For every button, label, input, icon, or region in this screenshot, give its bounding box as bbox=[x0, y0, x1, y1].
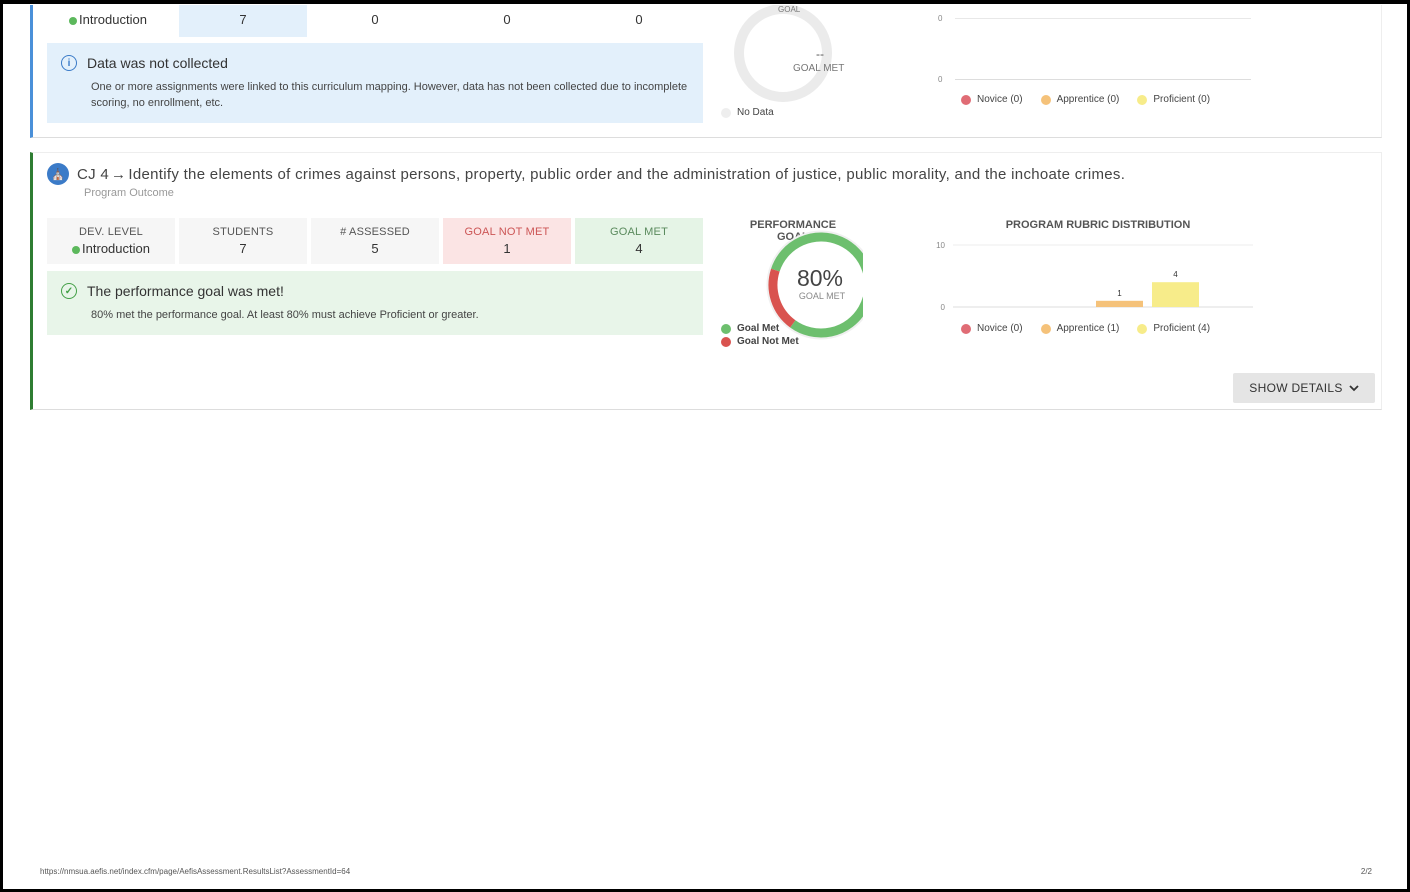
goal-met-swatch-icon bbox=[721, 323, 731, 334]
assessed-value: 0 bbox=[371, 12, 379, 27]
goal-not-met-value: 1 bbox=[503, 241, 511, 256]
axis-tick-bottom: 0 bbox=[938, 75, 943, 84]
novice-swatch-icon bbox=[961, 94, 971, 105]
rubric-legend-top: Novice (0) Apprentice (0) Proficient (0) bbox=[961, 94, 1210, 105]
bar-value-label: 1 bbox=[1117, 289, 1122, 298]
apprentice-swatch-icon bbox=[1040, 323, 1051, 334]
stat-students: 7 bbox=[179, 5, 307, 37]
assessed-value: 5 bbox=[371, 241, 379, 256]
legend-label: Proficient (0) bbox=[1153, 94, 1211, 105]
stat-dev-level: Introduction bbox=[47, 5, 175, 37]
show-details-label: SHOW DETAILS bbox=[1249, 381, 1343, 395]
donut-legend: Goal Met Goal Not Met bbox=[721, 322, 799, 348]
rubric-chart-title: PROGRAM RUBRIC DISTRIBUTION bbox=[1005, 219, 1191, 231]
no-data-label: No Data bbox=[737, 107, 774, 118]
donut-center-value: 80% bbox=[796, 265, 844, 291]
outcome-subtitle: Program Outcome bbox=[84, 187, 174, 199]
stats-row: Introduction 7 0 0 0 bbox=[47, 5, 703, 37]
donut-center-label: GOAL MET bbox=[798, 291, 846, 301]
info-icon: i bbox=[61, 55, 77, 71]
proficient-swatch-icon bbox=[1137, 94, 1148, 105]
donut-legend-nodata: No Data bbox=[721, 107, 774, 118]
donut-center-label: GOAL MET bbox=[793, 63, 845, 74]
stats-row: DEV. LEVEL Introduction STUDENTS 7 # ASS… bbox=[47, 218, 703, 264]
chevron-down-icon bbox=[1349, 385, 1359, 392]
bar-2 bbox=[1152, 282, 1199, 307]
bar-1 bbox=[1096, 300, 1143, 307]
legend-proficient: Proficient (0) bbox=[1137, 94, 1210, 105]
stat-assessed: # ASSESSED 5 bbox=[311, 218, 439, 264]
goal-not-met-swatch-icon bbox=[721, 336, 731, 347]
no-data-swatch-icon bbox=[721, 107, 731, 118]
outcome-title: Identify the elements of crimes against … bbox=[128, 165, 1126, 183]
legend-label: Apprentice (1) bbox=[1056, 323, 1120, 334]
outcome-card-previous: Introduction 7 0 0 0 i Data was not coll… bbox=[30, 5, 1382, 138]
students-value: 7 bbox=[239, 12, 247, 27]
rubric-legend: Novice (0) Apprentice (1) Proficient (4) bbox=[961, 323, 1210, 334]
legend-proficient: Proficient (4) bbox=[1137, 323, 1210, 334]
proficient-swatch-icon bbox=[1137, 323, 1148, 334]
notice-body: One or more assignments were linked to t… bbox=[91, 81, 688, 109]
legend-novice: Novice (0) bbox=[961, 94, 1023, 105]
stat-goal-not-met: GOAL NOT MET 1 bbox=[443, 218, 571, 264]
data-not-collected-notice: i Data was not collected One or more ass… bbox=[47, 43, 703, 123]
dev-level-label: DEV. LEVEL bbox=[79, 226, 143, 238]
arrow-right-icon: → bbox=[111, 165, 127, 183]
check-circle-icon: ✓ bbox=[61, 283, 77, 299]
y-tick-label: 10 bbox=[936, 241, 945, 250]
legend-apprentice: Apprentice (1) bbox=[1040, 323, 1120, 334]
gridline-baseline bbox=[955, 79, 1251, 80]
legend-label: Proficient (4) bbox=[1153, 323, 1211, 334]
legend-label: Novice (0) bbox=[977, 94, 1023, 105]
footer-page-number: 2/2 bbox=[1360, 867, 1372, 876]
students-label: STUDENTS bbox=[212, 226, 274, 238]
stat-goal-not-met: 0 bbox=[443, 5, 571, 37]
bar-value-label: 4 bbox=[1173, 270, 1178, 279]
outcome-code: CJ 4 bbox=[77, 165, 110, 183]
stat-goal-met: 0 bbox=[575, 5, 703, 37]
donut-top-label: GOAL bbox=[778, 5, 801, 14]
notice-body: 80% met the performance goal. At least 8… bbox=[91, 309, 479, 321]
goal-not-met-label: GOAL NOT MET bbox=[464, 226, 550, 238]
goal-met-notice: ✓ The performance goal was met! 80% met … bbox=[47, 271, 703, 335]
stat-goal-met: GOAL MET 4 bbox=[575, 218, 703, 264]
stat-assessed: 0 bbox=[311, 5, 439, 37]
footer-url: https://nmsua.aefis.net/index.cfm/page/A… bbox=[40, 867, 351, 876]
axis-tick-top: 0 bbox=[938, 14, 943, 23]
novice-swatch-icon bbox=[961, 323, 971, 334]
outcome-card-cj4: ⛪ CJ 4 → Identify the elements of crimes… bbox=[30, 152, 1382, 410]
legend-goal-not-met: Goal Not Met bbox=[721, 335, 799, 348]
stat-students: STUDENTS 7 bbox=[179, 218, 307, 264]
dev-level-value: Introduction bbox=[79, 12, 147, 27]
apprentice-swatch-icon bbox=[1040, 94, 1051, 105]
legend-goal-met: Goal Met bbox=[721, 322, 799, 335]
y-tick-label: 0 bbox=[941, 303, 946, 312]
goal-met-value: 4 bbox=[635, 241, 643, 256]
legend-apprentice: Apprentice (0) bbox=[1040, 94, 1120, 105]
notice-title: The performance goal was met! bbox=[87, 283, 284, 299]
goal-met-value: 0 bbox=[635, 12, 643, 27]
gridline bbox=[955, 18, 1251, 19]
assessed-label: # ASSESSED bbox=[340, 226, 410, 238]
institution-bank-icon: ⛪ bbox=[47, 163, 69, 185]
stat-dev-level: DEV. LEVEL Introduction bbox=[47, 218, 175, 264]
goal-met-label: GOAL MET bbox=[609, 226, 669, 238]
goal-not-met-legend-label: Goal Not Met bbox=[737, 336, 799, 347]
introduction-dot-icon bbox=[69, 16, 77, 25]
legend-novice: Novice (0) bbox=[961, 323, 1023, 334]
goal-not-met-value: 0 bbox=[503, 12, 511, 27]
legend-label: Apprentice (0) bbox=[1056, 94, 1120, 105]
goal-met-legend-label: Goal Met bbox=[737, 323, 780, 334]
donut-center-value: -- bbox=[816, 47, 824, 61]
legend-label: Novice (0) bbox=[977, 323, 1023, 334]
outcome-title-row: ⛪ CJ 4 → Identify the elements of crimes… bbox=[47, 163, 1125, 185]
notice-title: Data was not collected bbox=[87, 55, 228, 71]
students-value: 7 bbox=[239, 241, 247, 256]
introduction-dot-icon bbox=[72, 245, 81, 254]
show-details-button[interactable]: SHOW DETAILS bbox=[1233, 373, 1375, 403]
dev-level-value: Introduction bbox=[82, 241, 150, 256]
rubric-bar-chart: 10 0 1 4 bbox=[936, 241, 1253, 312]
